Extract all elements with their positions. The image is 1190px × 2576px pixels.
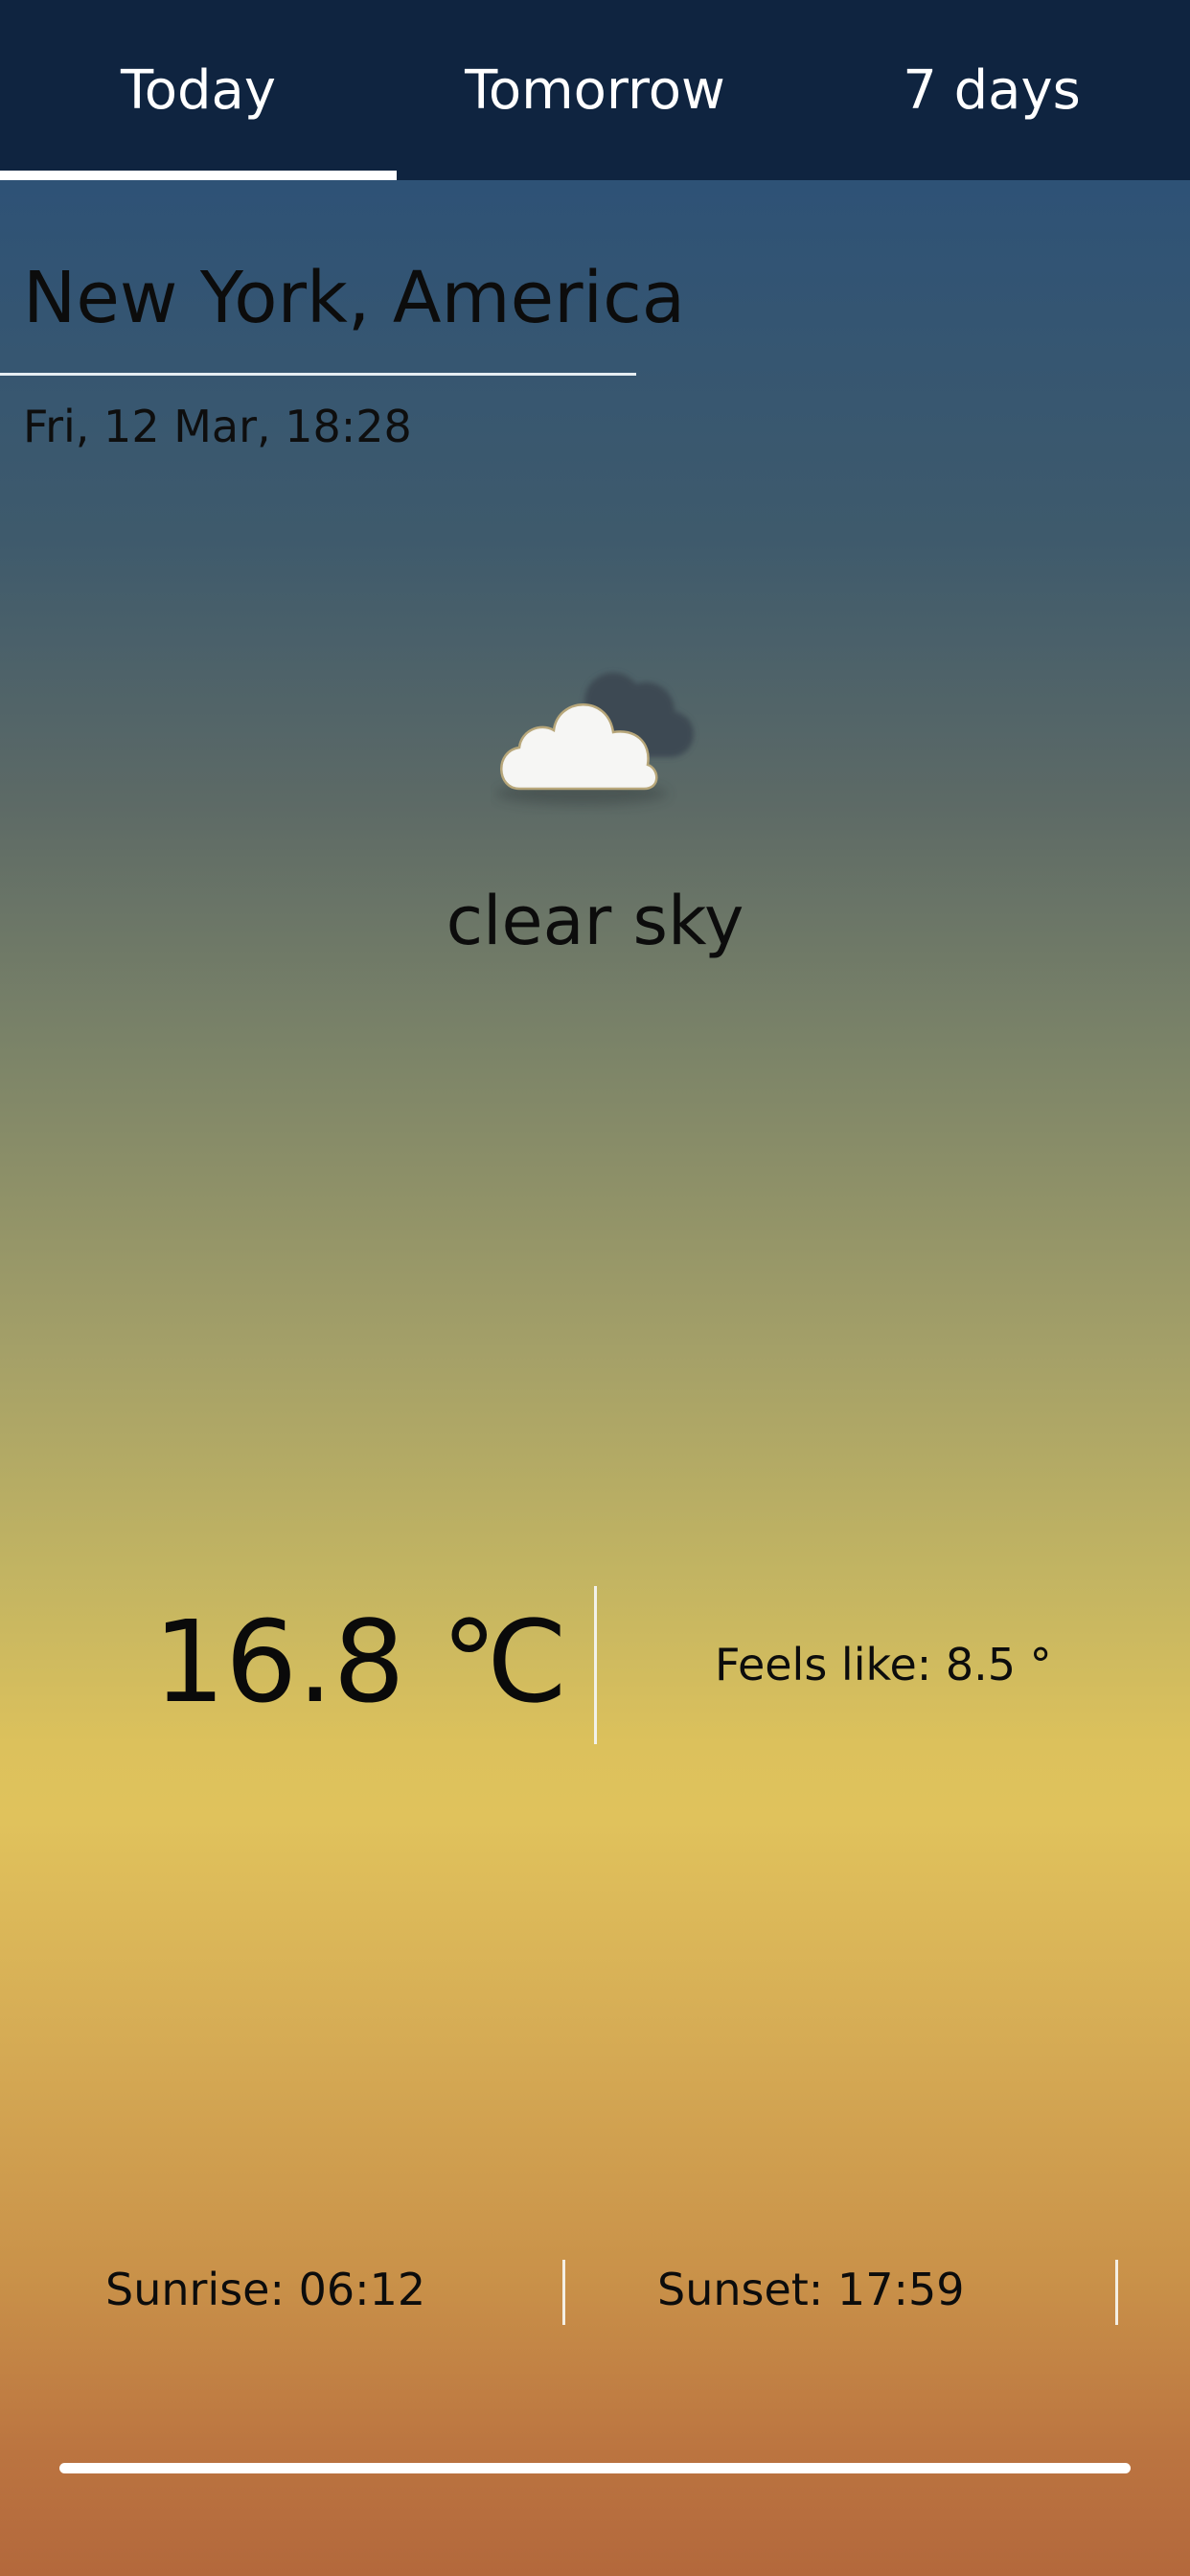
cloud-icon [491, 652, 721, 815]
feels-like: Feels like: 8.5 ° [715, 1639, 1052, 1690]
sunrise-time: Sunrise: 06:12 [105, 2264, 426, 2315]
sunset-time: Sunset: 17:59 [657, 2264, 965, 2315]
weather-condition: clear sky [446, 882, 744, 960]
tab-bar: Today Tomorrow 7 days [0, 0, 1190, 180]
weather-screen: Today Tomorrow 7 days New York, America … [0, 0, 1190, 2576]
date-time: Fri, 12 Mar, 18:28 [23, 401, 412, 452]
temperature-divider [594, 1586, 597, 1744]
sunrise-divider [562, 2260, 565, 2325]
home-indicator[interactable] [59, 2463, 1131, 2473]
sunset-divider [1115, 2260, 1118, 2325]
tab-tomorrow[interactable]: Tomorrow [397, 0, 793, 180]
location-divider [0, 373, 636, 376]
tab-today[interactable]: Today [0, 0, 397, 180]
active-tab-indicator [0, 171, 397, 180]
location-title: New York, America [23, 257, 686, 339]
current-temperature: 16.8 ℃ [153, 1596, 568, 1728]
tab-7-days[interactable]: 7 days [793, 0, 1190, 180]
